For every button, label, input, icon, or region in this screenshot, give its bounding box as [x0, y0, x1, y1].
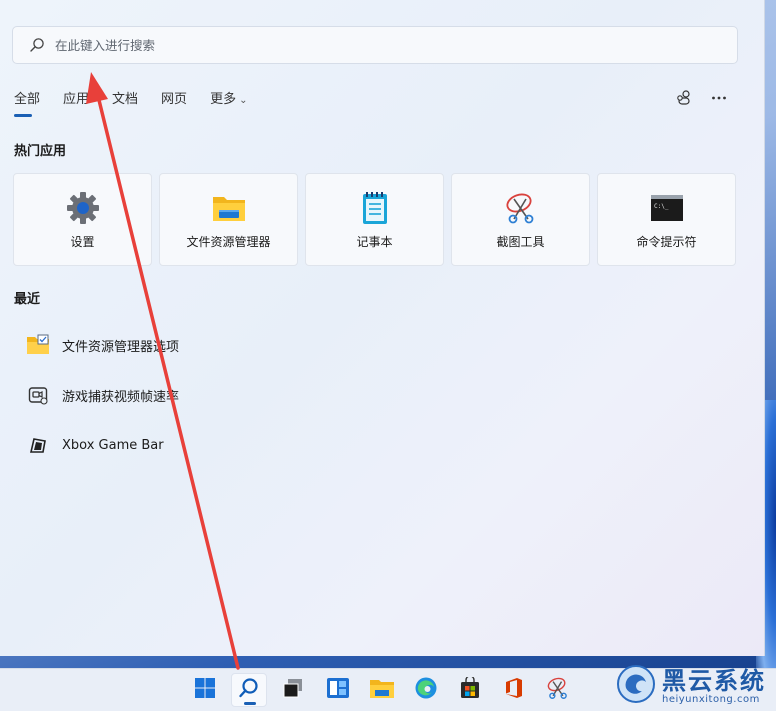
tab-all[interactable]: 全部 [14, 90, 40, 120]
taskbar-edge-button[interactable] [408, 673, 444, 707]
settings-gear-icon [66, 191, 100, 225]
account-button[interactable] [672, 88, 696, 112]
snipping-tool-icon [546, 676, 570, 704]
command-prompt-icon: C:\_ [650, 191, 684, 225]
edge-icon [414, 676, 438, 704]
widgets-icon [326, 677, 350, 703]
notepad-icon [358, 191, 392, 225]
app-label: 设置 [70, 235, 95, 249]
taskbar-search-button[interactable] [231, 673, 267, 707]
search-bar[interactable] [12, 26, 738, 64]
recent-item-game-capture[interactable]: 游戏捕获视频帧速率 [26, 370, 179, 420]
tab-all-label: 全部 [14, 92, 41, 107]
recent-item-xbox-game-bar[interactable]: Xbox Game Bar [26, 420, 179, 470]
tab-apps[interactable]: 应用 [63, 90, 89, 120]
watermark-title: 黑云系统 [662, 666, 766, 695]
tab-web[interactable]: 网页 [161, 90, 187, 120]
file-explorer-icon [369, 677, 395, 703]
taskbar-file-explorer-button[interactable] [364, 673, 400, 707]
watermark-subtitle: heiyunxitong.com [662, 693, 760, 705]
taskbar-task-view-button[interactable] [275, 673, 311, 707]
snipping-tool-icon [504, 191, 538, 225]
tab-apps-label: 应用 [63, 92, 90, 107]
taskbar-store-button[interactable] [452, 673, 488, 707]
tab-web-label: 网页 [161, 92, 188, 107]
task-view-icon [282, 677, 304, 703]
taskbar-office-button[interactable] [496, 673, 532, 707]
tab-documents[interactable]: 文档 [112, 90, 138, 120]
app-tile-file-explorer[interactable]: 文件资源管理器 [159, 173, 298, 266]
app-label: 截图工具 [496, 235, 545, 249]
app-tile-settings[interactable]: 设置 [13, 173, 152, 266]
search-panel: 全部 应用 文档 网页 更多⌄ 热门应用 [0, 0, 765, 656]
game-capture-icon [26, 383, 50, 407]
taskbar-start-button[interactable] [187, 673, 223, 707]
folder-icon [212, 191, 246, 225]
search-icon [238, 677, 260, 703]
top-apps-title: 热门应用 [14, 144, 67, 159]
recent-item-label: 游戏捕获视频帧速率 [62, 389, 180, 405]
more-options-button[interactable] [707, 88, 731, 112]
more-icon [710, 89, 728, 111]
filter-tabs: 全部 应用 文档 网页 更多 ⌄ [14, 90, 270, 120]
watermark: 黑云系统 heiyunxitong.com [616, 664, 766, 708]
recent-list: 文件资源管理器选项 游戏捕获视频帧速率 Xbox Game Bar [26, 320, 179, 470]
store-icon [459, 675, 481, 703]
folder-options-icon [26, 333, 50, 357]
people-icon [675, 89, 693, 111]
tab-more-label: 更多 [210, 92, 237, 107]
watermark-logo-icon [616, 664, 656, 708]
tab-documents-label: 文档 [112, 92, 139, 107]
xbox-icon [26, 433, 50, 457]
recent-item-label: Xbox Game Bar [62, 437, 164, 453]
recent-title: 最近 [14, 292, 41, 307]
svg-text:C:\_: C:\_ [654, 203, 669, 210]
app-tile-command-prompt[interactable]: C:\_ 命令提示符 [597, 173, 736, 266]
taskbar-widgets-button[interactable] [320, 673, 356, 707]
office-icon [503, 677, 525, 703]
app-label: 命令提示符 [636, 235, 697, 249]
search-icon [29, 37, 45, 53]
chevron-down-icon: ⌄ [239, 95, 248, 106]
search-input[interactable] [53, 36, 657, 54]
app-tile-snipping-tool[interactable]: 截图工具 [451, 173, 590, 266]
top-apps-grid: 设置 文件资源管理器 记事本 截图工具 C:\_ 命令提示符 [13, 173, 743, 266]
app-label: 文件资源管理器 [186, 235, 271, 249]
recent-item-label: 文件资源管理器选项 [62, 339, 180, 355]
start-icon [194, 677, 216, 703]
app-label: 记事本 [356, 235, 393, 249]
taskbar-snipping-tool-button[interactable] [540, 673, 576, 707]
tab-more[interactable]: 更多 ⌄ [210, 90, 247, 120]
recent-item-folder-options[interactable]: 文件资源管理器选项 [26, 320, 179, 370]
app-tile-notepad[interactable]: 记事本 [305, 173, 444, 266]
